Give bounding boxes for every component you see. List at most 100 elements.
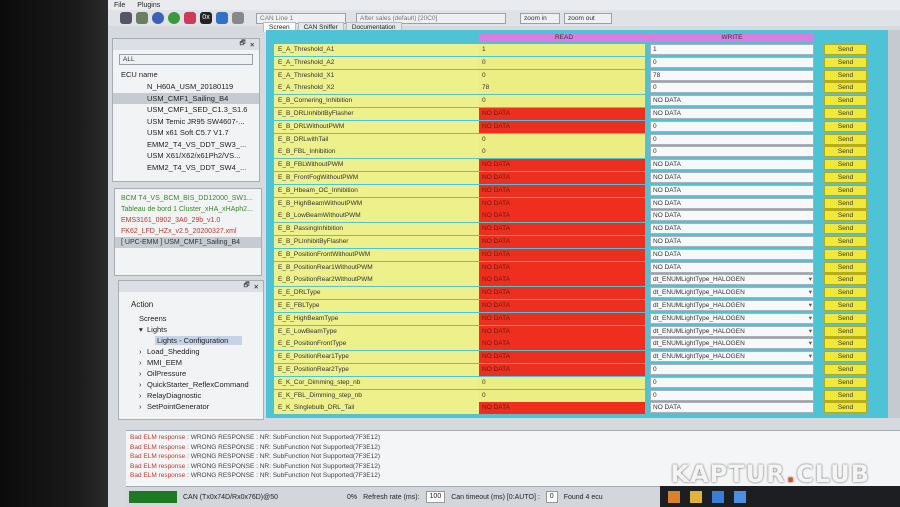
send-button[interactable]: Send	[824, 248, 867, 260]
send-button[interactable]: Send	[824, 133, 867, 145]
send-button[interactable]: Send	[824, 108, 867, 119]
send-button[interactable]: Send	[824, 184, 867, 196]
menu-file[interactable]: File	[114, 2, 125, 9]
write-select[interactable]: dt_ENUMLightType_HALOGEN	[650, 351, 814, 363]
float-icon[interactable]: 🗗	[239, 39, 245, 50]
send-button[interactable]: Send	[824, 210, 867, 222]
close-icon[interactable]: ✕	[254, 283, 259, 291]
send-button[interactable]: Send	[824, 197, 867, 209]
taskbar-folder-icon[interactable]	[690, 490, 702, 503]
action-tree-item[interactable]: › QuickStarter_ReflexCommand	[131, 379, 263, 390]
write-input[interactable]: NO DATA	[650, 248, 814, 260]
write-input[interactable]: 0	[650, 133, 814, 145]
action-tree-item[interactable]: ▾ Lights	[131, 324, 263, 335]
write-input[interactable]: NO DATA	[650, 159, 814, 171]
write-input[interactable]: 0	[650, 82, 814, 94]
write-select[interactable]: dt_ENUMLightType_HALOGEN	[650, 274, 814, 286]
send-button[interactable]: Send	[824, 351, 867, 363]
tree-arrow-icon[interactable]: ›	[139, 346, 147, 357]
taskbar-store-icon[interactable]	[712, 490, 724, 503]
send-button[interactable]: Send	[824, 95, 867, 107]
write-input[interactable]: NO DATA	[650, 95, 814, 107]
ecu-list-item[interactable]: USM_CMF1_Sailing_B4	[113, 92, 259, 104]
ecu-list-item[interactable]: N_H60A_USM_20180119	[113, 81, 259, 93]
send-button[interactable]: Send	[824, 261, 867, 273]
health-icon[interactable]	[184, 12, 196, 24]
write-input[interactable]: NO DATA	[650, 184, 814, 196]
tree-arrow-icon[interactable]: ▾	[139, 324, 147, 335]
ecu-list-item[interactable]: EMM2_T4_VS_DDT_SW4_...	[113, 162, 259, 174]
wrench-icon[interactable]	[232, 12, 244, 24]
write-input[interactable]: NO DATA	[650, 261, 814, 273]
write-select[interactable]: dt_ENUMLightType_HALOGEN	[650, 325, 814, 337]
refresh-input[interactable]: 100	[425, 491, 446, 503]
tree-arrow-icon[interactable]: ›	[139, 379, 147, 390]
write-input[interactable]: NO DATA	[650, 210, 814, 222]
speed-icon[interactable]	[168, 12, 180, 24]
write-input[interactable]: 0	[650, 120, 814, 132]
float-icon[interactable]: 🗗	[243, 281, 249, 292]
loaded-ecu-item[interactable]: Tableau de bord 1 Cluster_xHA_xHAph2...	[115, 204, 261, 215]
send-button[interactable]: Send	[824, 402, 867, 414]
tree-arrow-icon[interactable]: ›	[139, 401, 147, 412]
ecu-list-item[interactable]: USM Temic JR95 SW4607-...	[113, 116, 259, 128]
write-select[interactable]: dt_ENUMLightType_HALOGEN	[650, 287, 814, 299]
write-input[interactable]: NO DATA	[650, 108, 814, 119]
write-input[interactable]: 78	[650, 69, 814, 81]
send-button[interactable]: Send	[824, 236, 867, 247]
write-input[interactable]: 0	[650, 146, 814, 158]
tree-arrow-icon[interactable]: ›	[139, 357, 147, 368]
loaded-ecu-item[interactable]: FK62_LFD_HZx_v2.5_20200327.xml	[115, 226, 261, 237]
write-input[interactable]: NO DATA	[650, 402, 814, 414]
zoom-out-button[interactable]: zoom out	[564, 12, 612, 24]
action-tree-item[interactable]: › MMI_EEM	[131, 357, 263, 368]
tree-arrow-icon[interactable]: ›	[139, 390, 147, 401]
ecu-list-item[interactable]: USM X61/X62/x61Ph2/VS...	[113, 150, 259, 162]
ecu-list-item[interactable]: USM_CMF1_SED_C1.3_S1.6	[113, 104, 259, 116]
send-button[interactable]: Send	[824, 56, 867, 68]
send-button[interactable]: Send	[824, 146, 867, 158]
connect-icon[interactable]	[120, 12, 132, 24]
hex-icon[interactable]: 0x	[200, 12, 212, 24]
write-input[interactable]: NO DATA	[650, 223, 814, 235]
close-icon[interactable]: ✕	[250, 41, 255, 49]
send-button[interactable]: Send	[824, 82, 867, 94]
loaded-ecu-item[interactable]: EMS3161_0902_3A0_29b_v1.0	[115, 215, 261, 226]
send-button[interactable]: Send	[824, 223, 867, 235]
write-input[interactable]: 1	[650, 44, 814, 55]
action-tree-item[interactable]: › Load_Shedding	[131, 346, 263, 357]
send-button[interactable]: Send	[824, 69, 867, 81]
loaded-ecu-item[interactable]: [ UPC-EMM ] USM_CMF1_Sailing_B4	[115, 237, 261, 248]
send-button[interactable]: Send	[824, 274, 867, 286]
ecu-list-item[interactable]: USM x61 Soft C5.7 V1.7	[113, 127, 259, 139]
settings-icon[interactable]	[136, 12, 148, 24]
write-select[interactable]: dt_ENUMLightType_HALOGEN	[650, 300, 814, 311]
send-button[interactable]: Send	[824, 172, 867, 183]
action-tree-item[interactable]: › RelayDiagnostic	[131, 390, 263, 401]
send-button[interactable]: Send	[824, 312, 867, 324]
send-button[interactable]: Send	[824, 325, 867, 337]
zoom-in-button[interactable]: zoom in	[520, 12, 560, 24]
loaded-ecu-item[interactable]: BCM T4_VS_BCM_BIS_DD12000_SW1...	[115, 193, 261, 204]
taskbar-app-icon[interactable]	[668, 490, 680, 503]
write-input[interactable]: 0	[650, 389, 814, 401]
menu-plugins[interactable]: Plugins	[137, 2, 160, 9]
timeout-input[interactable]: 0	[545, 491, 558, 503]
write-input[interactable]: 0	[650, 56, 814, 68]
write-input[interactable]: 0	[650, 364, 814, 375]
write-input[interactable]: NO DATA	[650, 172, 814, 183]
taskbar-mail-icon[interactable]	[734, 490, 746, 503]
right-scroll-strip[interactable]	[888, 30, 900, 418]
write-input[interactable]: NO DATA	[650, 236, 814, 247]
action-tree-item[interactable]: › OilPressure	[131, 368, 263, 379]
action-tree-item[interactable]: Screens	[131, 313, 263, 324]
ecu-list-item[interactable]: EMM2_T4_VS_DDT_SW3_...	[113, 139, 259, 151]
send-button[interactable]: Send	[824, 300, 867, 311]
send-button[interactable]: Send	[824, 44, 867, 55]
write-select[interactable]: dt_ENUMLightType_HALOGEN	[650, 338, 814, 350]
write-input[interactable]: 0	[650, 376, 814, 388]
car-icon[interactable]	[216, 12, 228, 24]
ecu-icon[interactable]	[152, 12, 164, 24]
send-button[interactable]: Send	[824, 364, 867, 375]
tree-arrow-icon[interactable]: ›	[139, 368, 147, 379]
